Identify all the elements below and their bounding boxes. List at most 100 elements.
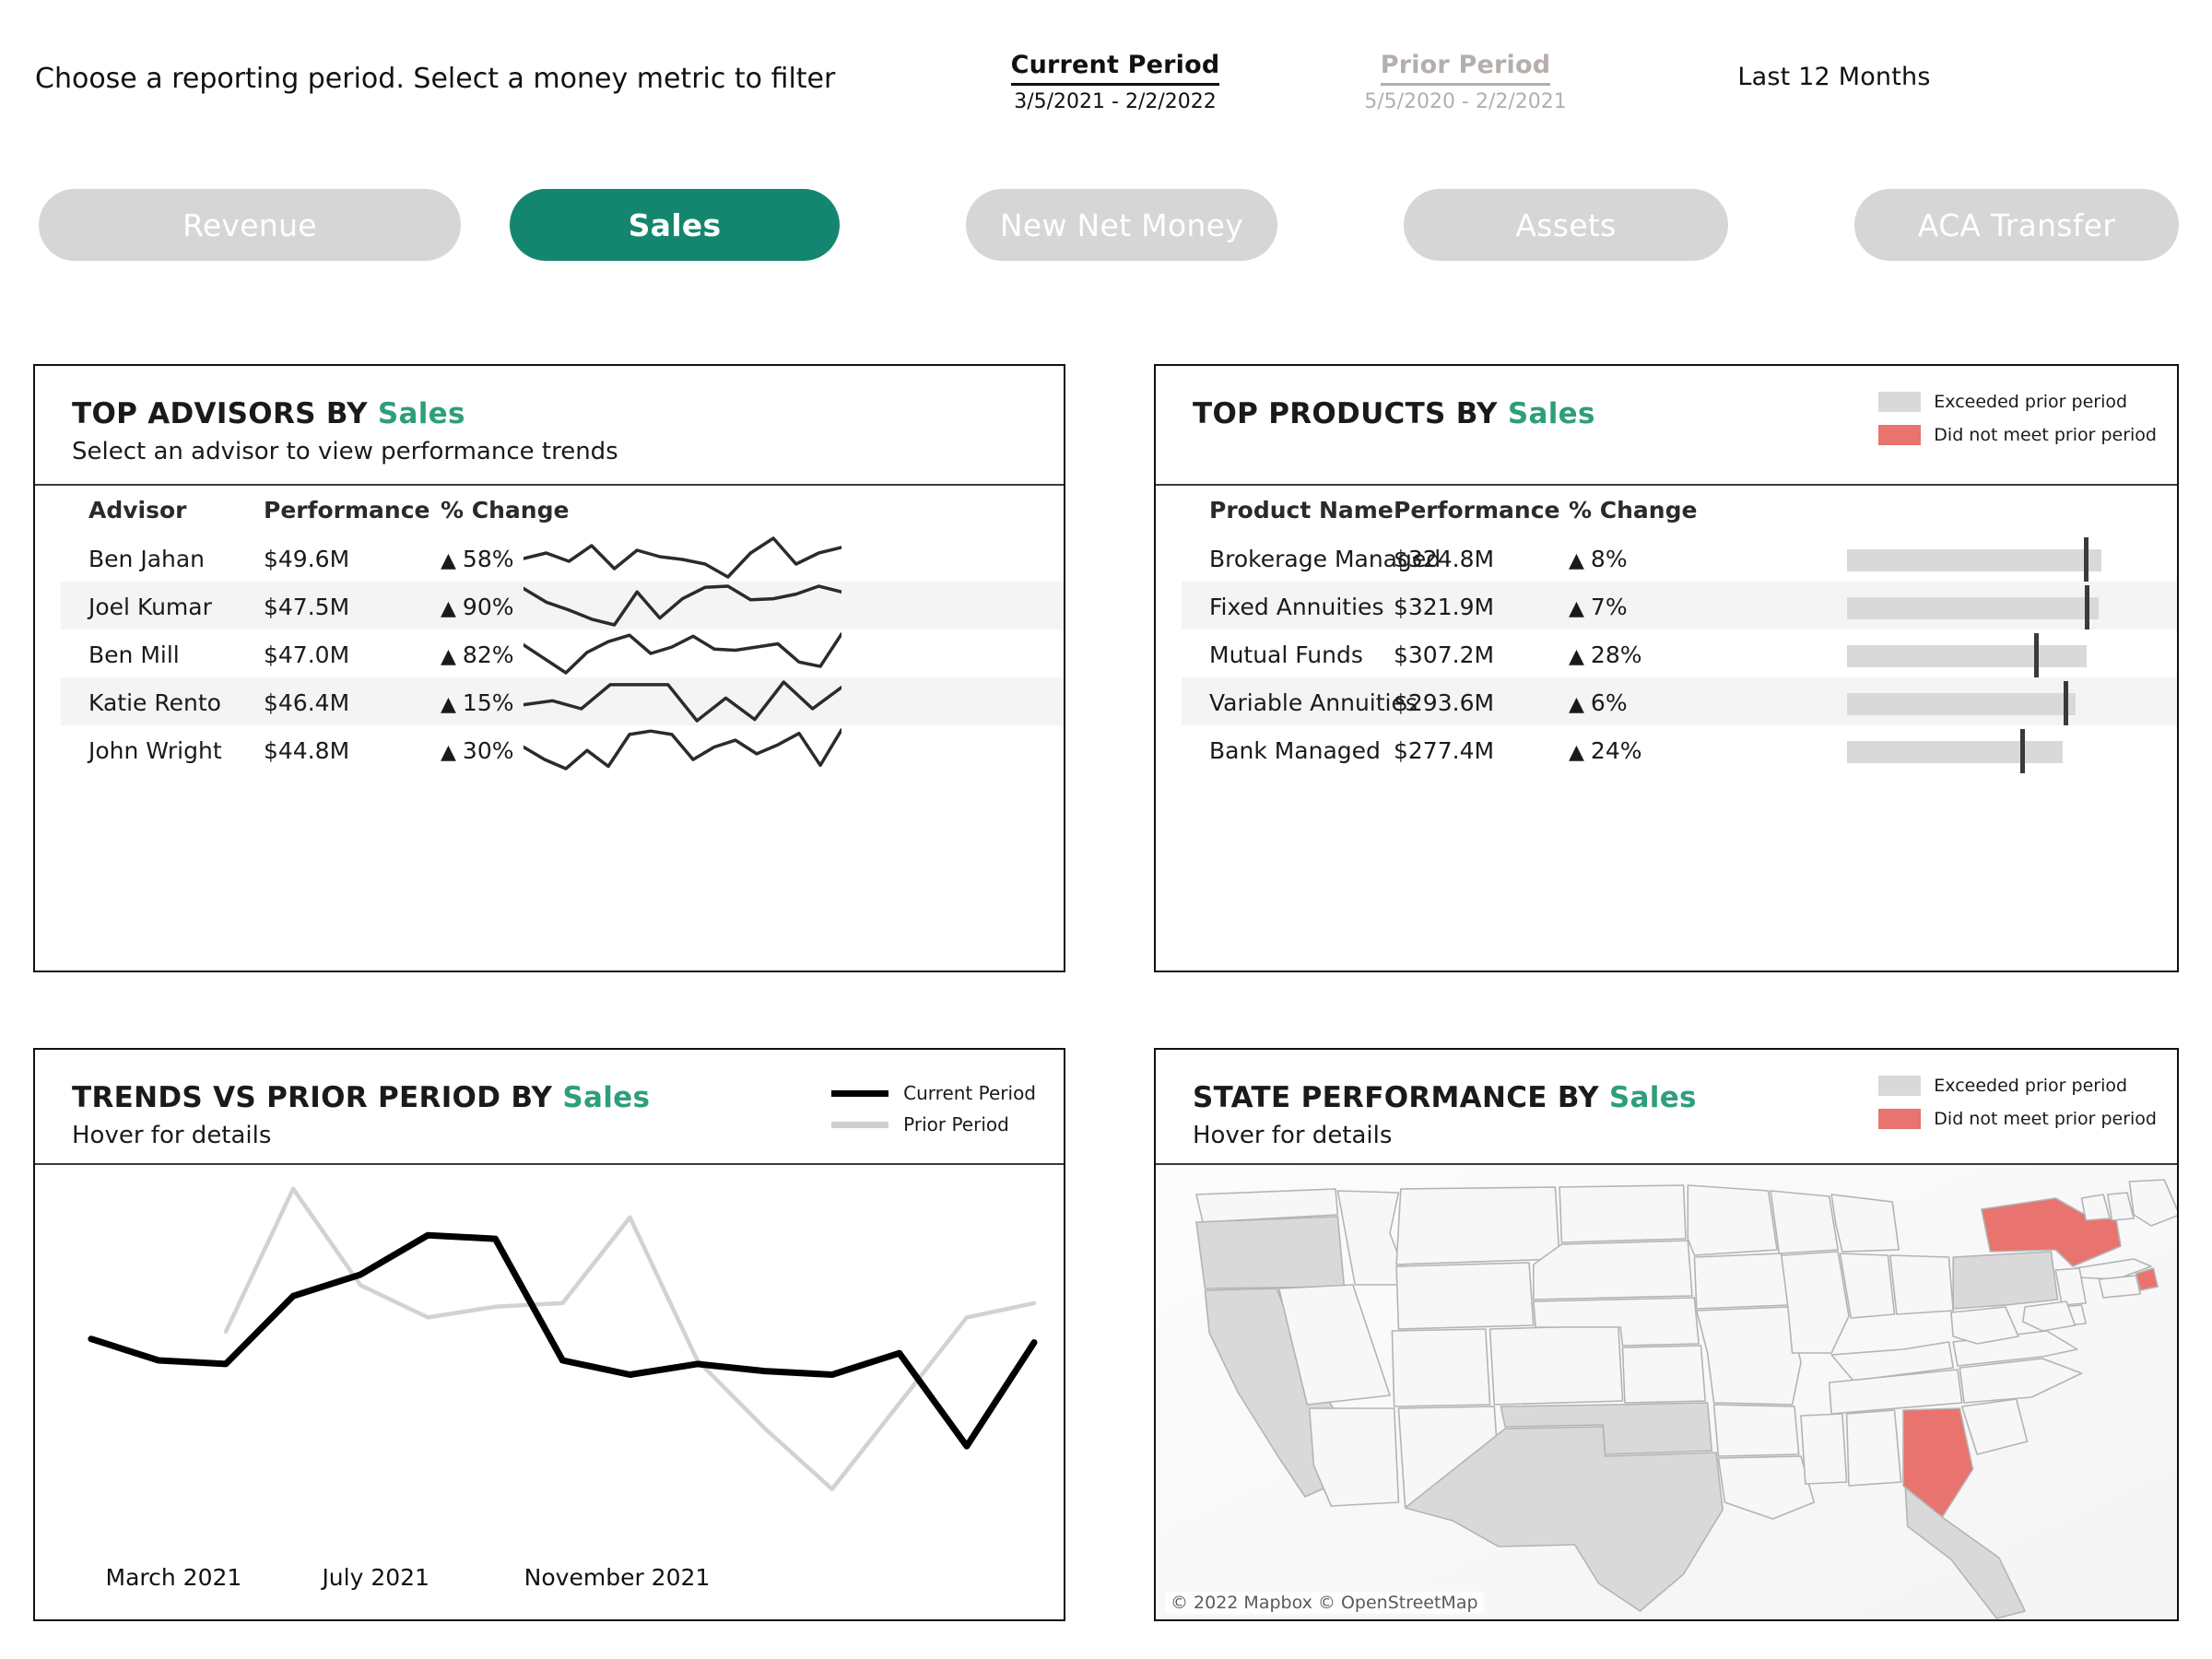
product-bullet-chart (1847, 537, 2124, 582)
map-state-minnesota[interactable] (1687, 1184, 1778, 1256)
map-panel-title: STATE PERFORMANCE BY Sales (1193, 1081, 1697, 1114)
map-state-kansas[interactable] (1621, 1345, 1707, 1404)
advisor-performance: $44.8M (264, 737, 350, 764)
period-prior-label: Prior Period (1380, 51, 1551, 86)
metric-pill-new-net-money[interactable]: New Net Money (966, 189, 1277, 261)
product-change-value: 28% (1590, 641, 1642, 668)
metric-pill-revenue[interactable]: Revenue (39, 189, 461, 261)
advisor-change: ▲ 58% (441, 546, 514, 572)
product-target-tick (2020, 729, 2025, 773)
period-current-range: 3/5/2021 - 2/2/2022 (1014, 90, 1217, 113)
map-state-wisconsin[interactable] (1770, 1190, 1840, 1254)
map-state-illinois[interactable] (1780, 1251, 1850, 1354)
product-bullet-bar (1847, 741, 2063, 763)
advisor-row[interactable]: John Wright $44.8M ▲ 30% (35, 725, 1064, 773)
triangle-up-icon: ▲ (1569, 645, 1591, 668)
advisor-change-value: 58% (462, 546, 514, 572)
advisor-sparkline (524, 680, 841, 723)
product-row[interactable]: Bank Managed $277.4M ▲ 24% (1156, 725, 2177, 773)
map-state-connecticut[interactable] (2098, 1275, 2141, 1299)
advisor-name: Katie Rento (88, 689, 221, 716)
trends-title-prefix: TRENDS VS PRIOR PERIOD BY (72, 1081, 553, 1114)
period-tab-current[interactable]: Current Period 3/5/2021 - 2/2/2022 (1005, 51, 1226, 113)
map-state-ohio[interactable] (1888, 1254, 1955, 1315)
exceeded-swatch-icon (1878, 1076, 1922, 1096)
metric-pill-sales[interactable]: Sales (510, 189, 840, 261)
legend-label: Exceeded prior period (1934, 392, 2128, 412)
map-state-south-dakota[interactable] (1532, 1240, 1693, 1300)
did-not-meet-swatch-icon (1878, 425, 1922, 445)
map-state-michigan[interactable] (1830, 1194, 1900, 1253)
product-name: Mutual Funds (1209, 641, 1363, 668)
map-state-arkansas[interactable] (1712, 1404, 1800, 1457)
advisors-panel-subtitle: Select an advisor to view performance tr… (72, 438, 618, 465)
products-title-prefix: TOP PRODUCTS BY (1193, 397, 1498, 430)
advisors-title-prefix: TOP ADVISORS BY (72, 397, 368, 430)
top-bar: Choose a reporting period. Select a mone… (0, 0, 2212, 134)
advisors-panel-title: TOP ADVISORS BY Sales (72, 397, 465, 430)
map-state-iowa[interactable] (1693, 1253, 1789, 1310)
map-legend: Exceeded prior period Did not meet prior … (1878, 1072, 2157, 1138)
advisor-row[interactable]: Ben Jahan $49.6M ▲ 58% (35, 534, 1064, 582)
table-header-row: Advisor Performance % Change (35, 486, 1064, 534)
advisor-performance: $46.4M (264, 689, 350, 716)
product-target-tick (2034, 633, 2039, 677)
triangle-up-icon: ▲ (1569, 597, 1591, 620)
advisor-row[interactable]: Joel Kumar $47.5M ▲ 90% (35, 582, 1064, 629)
period-prior-range: 5/5/2020 - 2/2/2021 (1364, 90, 1567, 113)
product-target-tick (2064, 681, 2068, 725)
metric-pill-aca-transfer[interactable]: ACA Transfer (1854, 189, 2179, 261)
product-change-value: 6% (1590, 689, 1628, 716)
product-row[interactable]: Fixed Annuities $321.9M ▲ 7% (1156, 582, 2177, 629)
advisor-change: ▲ 90% (441, 594, 514, 620)
map-state-pennsylvania[interactable] (1952, 1251, 2059, 1310)
map-state-alabama[interactable] (1845, 1409, 1902, 1487)
advisors-title-metric: Sales (377, 397, 465, 430)
product-row[interactable]: Mutual Funds $307.2M ▲ 28% (1156, 629, 2177, 677)
us-choropleth-map[interactable]: © 2022 Mapbox © OpenStreetMap (1156, 1165, 2177, 1619)
trends-panel: TRENDS VS PRIOR PERIOD BY Sales Hover fo… (33, 1048, 1065, 1621)
map-state-west-virginia[interactable] (1950, 1306, 2019, 1345)
map-state-north-dakota[interactable] (1559, 1184, 1687, 1243)
map-title-prefix: STATE PERFORMANCE BY (1193, 1081, 1599, 1114)
products-panel-title: TOP PRODUCTS BY Sales (1193, 397, 1595, 430)
legend-item: Did not meet prior period (1878, 1105, 2157, 1133)
legend-item: Current Period (831, 1077, 1036, 1109)
product-performance: $321.9M (1394, 594, 1495, 620)
triangle-up-icon: ▲ (441, 741, 463, 764)
product-bullet-chart (1847, 585, 2124, 629)
map-state-colorado[interactable] (1488, 1324, 1624, 1406)
period-range-label: Last 12 Months (1737, 63, 1931, 91)
legend-label: Prior Period (903, 1113, 1009, 1135)
map-state-missouri[interactable] (1695, 1306, 1802, 1406)
product-row[interactable]: Variable Annuities $293.6M ▲ 6% (1156, 677, 2177, 725)
metric-pill-assets[interactable]: Assets (1404, 189, 1728, 261)
triangle-up-icon: ▲ (441, 549, 463, 572)
triangle-up-icon: ▲ (441, 693, 463, 716)
advisor-row[interactable]: Katie Rento $46.4M ▲ 15% (35, 677, 1064, 725)
triangle-up-icon: ▲ (1569, 693, 1591, 716)
product-row[interactable]: Brokerage Managed $324.8M ▲ 8% (1156, 534, 2177, 582)
product-target-tick (2085, 585, 2089, 629)
advisor-row[interactable]: Ben Mill $47.0M ▲ 82% (35, 629, 1064, 677)
advisor-change: ▲ 15% (441, 689, 514, 716)
map-state-wyoming[interactable] (1395, 1262, 1535, 1330)
instruction-text: Choose a reporting period. Select a mone… (35, 63, 836, 95)
metric-pill-group: Revenue Sales New Net Money Assets ACA Trans… (0, 189, 2212, 281)
map-state-utah[interactable] (1391, 1328, 1491, 1407)
map-state-oregon[interactable] (1195, 1216, 1346, 1289)
state-performance-panel: STATE PERFORMANCE BY Sales Hover for det… (1154, 1048, 2179, 1621)
period-range-selector[interactable]: Last 12 Months (1696, 63, 1972, 95)
top-advisors-panel: TOP ADVISORS BY Sales Select an advisor … (33, 364, 1065, 972)
trends-line-chart[interactable]: March 2021 July 2021 November 2021 (35, 1165, 1064, 1619)
map-state-montana[interactable] (1395, 1186, 1560, 1265)
advisors-table: Advisor Performance % Change Ben Jahan $49.6… (35, 486, 1064, 773)
advisor-performance: $49.6M (264, 546, 350, 572)
metric-pill-label: Assets (1515, 206, 1617, 243)
map-state-mississippi[interactable] (1800, 1413, 1848, 1485)
product-change: ▲ 8% (1569, 546, 1628, 572)
advisor-sparkline (524, 728, 841, 771)
period-tab-prior[interactable]: Prior Period 5/5/2020 - 2/2/2021 (1355, 51, 1576, 113)
column-header: % Change (441, 497, 570, 524)
top-products-panel: TOP PRODUCTS BY Sales Exceeded prior per… (1154, 364, 2179, 972)
